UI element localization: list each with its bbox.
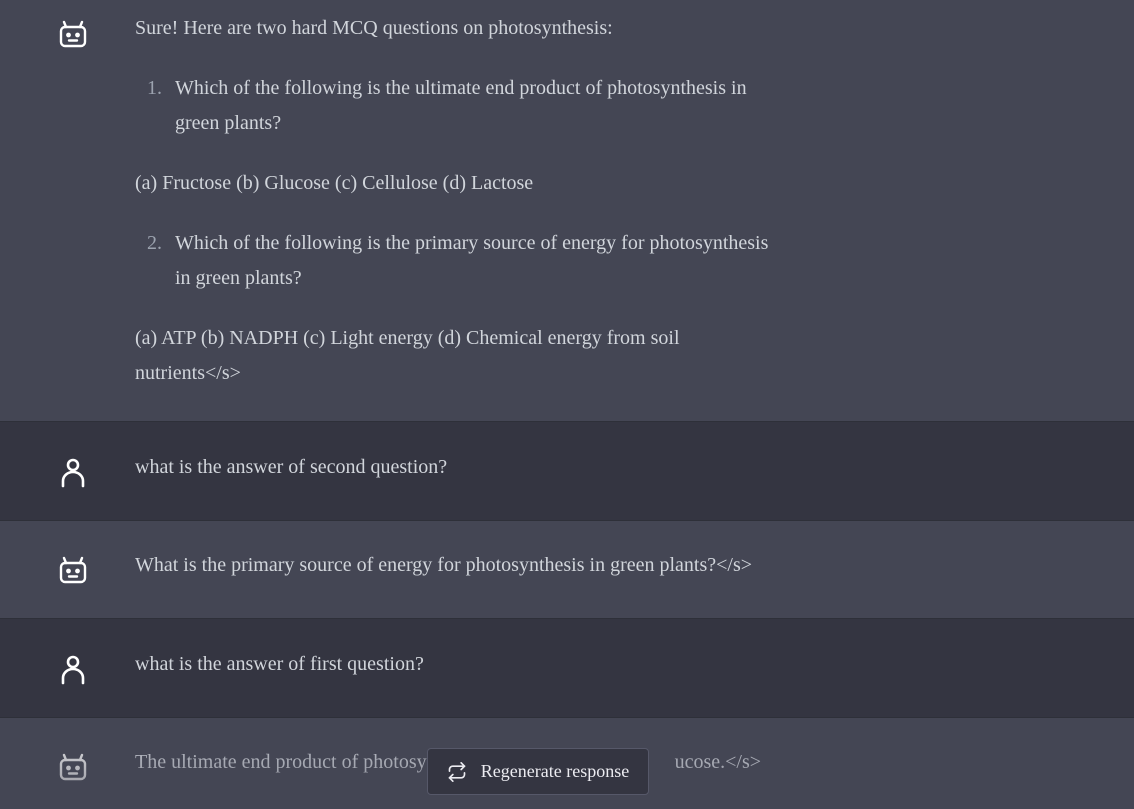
message-text: what is the answer of second question? (135, 456, 448, 478)
message-text: what is the answer of first question? (135, 653, 424, 675)
message-user-1: what is the answer of second question? (0, 422, 1134, 521)
user-icon (57, 456, 89, 488)
question-text: Which of the following is the ultimate e… (175, 71, 785, 141)
regenerate-label: Regenerate response (480, 761, 630, 781)
options-line: (a) ATP (b) NADPH (c) Light energy (d) C… (135, 327, 680, 349)
message-user-2: what is the answer of first question? (0, 619, 1134, 718)
message-text: What is the primary source of energy for… (135, 554, 753, 576)
question-line: Which of the following is the primary so… (175, 232, 769, 254)
question-1: 1. Which of the following is the ultimat… (147, 71, 785, 141)
robot-icon (57, 554, 89, 586)
message-bot-1: Sure! Here are two hard MCQ questions on… (0, 0, 1134, 422)
question-line: in green plants? (175, 267, 302, 289)
robot-icon (57, 18, 89, 50)
question-1-options: (a) Fructose (b) Glucose (c) Cellulose (… (135, 172, 534, 194)
message-text-right: ucose.</s> (674, 751, 762, 773)
message-text-left: The ultimate end product of photosy (135, 751, 427, 773)
refresh-icon (447, 761, 467, 782)
options-line: nutrients</s> (135, 362, 241, 384)
question-line: Which of the following is the ultimate e… (175, 77, 747, 99)
regenerate-button[interactable]: Regenerate response (427, 748, 649, 795)
question-2-options: (a) ATP (b) NADPH (c) Light energy (d) C… (135, 321, 785, 391)
message-bot-2: What is the primary source of energy for… (0, 521, 1134, 619)
question-2: 2. Which of the following is the primary… (147, 226, 785, 296)
message-intro: Sure! Here are two hard MCQ questions on… (135, 17, 613, 39)
question-text: Which of the following is the primary so… (175, 226, 785, 296)
robot-icon (57, 751, 89, 783)
user-icon (57, 653, 89, 685)
message-content: Sure! Here are two hard MCQ questions on… (135, 11, 785, 391)
list-number: 2. (147, 232, 162, 254)
question-line: green plants? (175, 112, 282, 134)
list-number: 1. (147, 77, 162, 99)
